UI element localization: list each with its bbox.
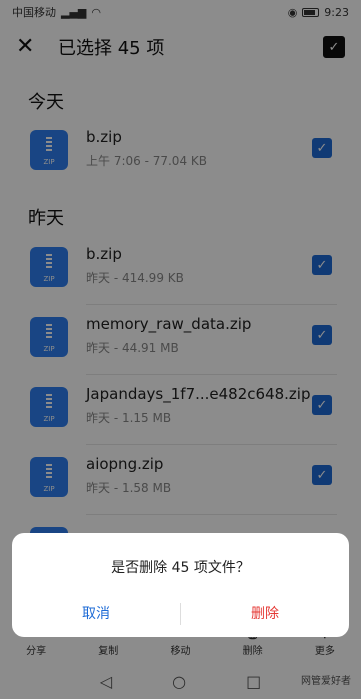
dialog-message: 是否删除 45 项文件？	[111, 560, 250, 576]
dialog-delete-button[interactable]: 删除	[181, 599, 349, 629]
delete-confirm-dialog: 是否删除 45 项文件？ 取消 删除	[12, 533, 349, 637]
dialog-cancel-button[interactable]: 取消	[12, 599, 180, 629]
